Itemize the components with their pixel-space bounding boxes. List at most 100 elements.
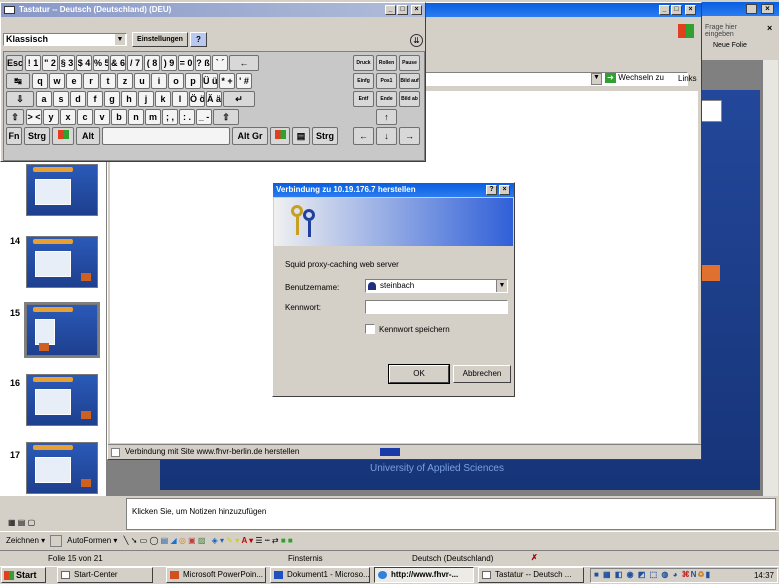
shadow-icon[interactable]: ■ [281,536,286,545]
key[interactable]: z [117,73,133,89]
dialog-close-button[interactable]: × [499,185,510,195]
line-style-icon[interactable]: ☰ [255,536,262,545]
close-doc-icon[interactable]: × [767,23,772,33]
key[interactable]: r [83,73,99,89]
ppt-close-button[interactable]: × [761,4,774,14]
key[interactable]: Ö ö [189,91,205,107]
view-buttons[interactable]: ▦ ▤ ▢ [8,518,48,528]
key[interactable]: m [145,109,161,125]
key[interactable]: d [70,91,86,107]
key-scroll[interactable]: Rollen [376,55,397,71]
key-print[interactable]: Druck [353,55,374,71]
key[interactable]: e [66,73,82,89]
oval-icon[interactable]: ◯ [149,536,158,545]
wordart-icon[interactable]: ◢ [170,536,176,545]
slide-thumbnail-16[interactable] [26,374,98,426]
key-pagedown[interactable]: Bild ab [399,91,420,107]
key-tab[interactable]: ↹ [6,73,30,89]
key[interactable]: y [43,109,59,125]
arrow-style-icon[interactable]: ⇄ [272,536,279,545]
key[interactable]: ; , [162,109,178,125]
key[interactable]: _ - [196,109,212,125]
line-color-icon[interactable]: ✎ ▾ [226,536,239,545]
address-dropdown-icon[interactable]: ▼ [591,73,602,85]
tray-icons[interactable]: ■ ▦ ◧ ◉ ◩ ⬚ ◍ ◕ ⌘N♻▮ [594,570,711,579]
taskbar-item[interactable]: Dokument1 - Microso... [270,567,370,583]
key[interactable]: ( 8 [144,55,160,71]
key[interactable]: Ü ü [202,73,218,89]
key-end[interactable]: Ende [376,91,397,107]
key[interactable]: u [134,73,150,89]
key-shift-right[interactable]: ⇧ [213,109,239,125]
key-ctrl-left[interactable]: Strg [24,127,50,145]
browser-minimize-button[interactable]: _ [659,5,670,15]
remember-password-checkbox[interactable] [365,324,375,334]
arrow-up-icon[interactable]: ↑ [376,109,397,125]
key[interactable]: * + [219,73,235,89]
keyboard-minimize-button[interactable]: _ [385,5,396,15]
key[interactable]: n [128,109,144,125]
key[interactable]: ! 1 [25,55,41,71]
browser-maximize-button[interactable]: □ [671,5,682,15]
key-pageup[interactable]: Bild auf [399,73,420,89]
taskbar-item[interactable]: Tastatur -- Deutsch ... [478,567,584,583]
key[interactable]: k [155,91,171,107]
key[interactable]: ) 9 [161,55,177,71]
slide-thumbnail-13[interactable] [26,164,98,216]
key-space[interactable] [102,127,230,145]
collapse-icon[interactable]: ⇊ [410,34,423,47]
select-arrow-icon[interactable] [50,535,63,547]
3d-icon[interactable]: ■ [288,536,293,545]
ppt-minimize-button[interactable] [746,4,757,14]
dialog-help-button[interactable]: ? [486,185,497,195]
diagram-icon[interactable]: ◎ [179,536,186,545]
key[interactable]: " 2 [42,55,58,71]
help-button[interactable]: ? [190,32,207,47]
key[interactable]: $ 4 [76,55,92,71]
rectangle-icon[interactable]: ▭ [140,536,148,545]
browser-close-button[interactable]: × [685,5,696,15]
ok-button[interactable]: OK [388,364,450,384]
slide-thumbnail-14[interactable] [26,236,98,288]
key[interactable]: b [111,109,127,125]
key[interactable]: = 0 [178,55,194,71]
help-question-input[interactable]: Frage hier eingeben [705,24,763,38]
key-enter[interactable]: ↵ [223,91,255,107]
taskbar-item[interactable]: Start-Center [57,567,153,583]
key-alt[interactable]: Alt [76,127,100,145]
cancel-button[interactable]: Abbrechen [453,365,511,383]
picture-icon[interactable]: ▨ [198,536,206,545]
key[interactable]: i [151,73,167,89]
draw-menu[interactable]: Zeichnen [6,536,39,545]
key[interactable]: c [77,109,93,125]
windows-key-icon[interactable] [52,127,74,145]
links-button[interactable]: Links [678,74,697,83]
key[interactable]: / 7 [127,55,143,71]
key-ctrl-right[interactable]: Strg [312,127,338,145]
start-button[interactable]: Start [1,567,46,583]
key-pause[interactable]: Pause [399,55,420,71]
taskbar-item[interactable]: Microsoft PowerPoin... [166,567,266,583]
key[interactable]: j [138,91,154,107]
chevron-down-icon[interactable]: ▼ [496,280,507,292]
key[interactable]: h [121,91,137,107]
key-insert[interactable]: Einfg [353,73,374,89]
key[interactable]: Ä ä [206,91,222,107]
arrow-left-icon[interactable]: ← [353,127,374,145]
key[interactable]: & 6 [110,55,126,71]
slide-thumbnail-15[interactable] [24,302,100,358]
key-altgr[interactable]: Alt Gr [232,127,268,145]
dash-style-icon[interactable]: ┅ [265,536,270,545]
key[interactable]: s [53,91,69,107]
arrow-icon[interactable]: ➘ [131,536,138,545]
key-backspace[interactable]: ← [229,55,259,71]
username-field[interactable]: steinbach ▼ [365,279,508,293]
key[interactable]: : . [179,109,195,125]
textbox-icon[interactable]: ▤ [161,536,169,545]
arrow-right-icon[interactable]: → [399,127,420,145]
key-fn[interactable]: Fn [6,127,22,145]
key[interactable]: x [60,109,76,125]
arrow-down-icon[interactable]: ↓ [376,127,397,145]
font-color-icon[interactable]: A ▾ [241,536,253,545]
key[interactable]: t [100,73,116,89]
